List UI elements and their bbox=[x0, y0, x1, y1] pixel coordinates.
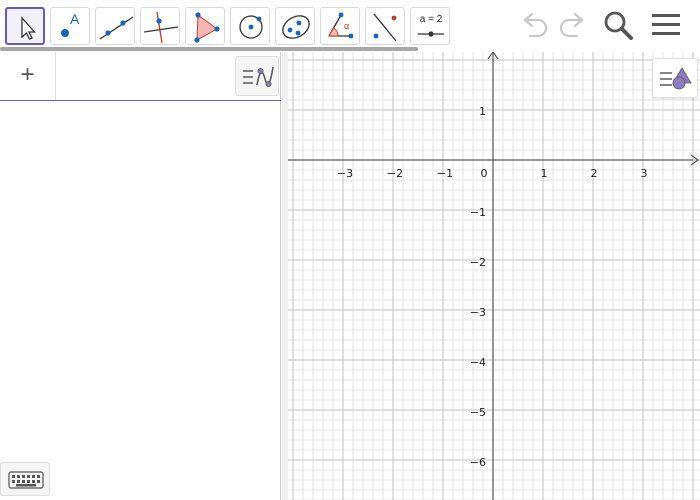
cursor-arrow-icon bbox=[21, 16, 36, 40]
redo-icon[interactable] bbox=[555, 8, 589, 42]
keyboard-icon bbox=[8, 471, 44, 489]
minor-grid bbox=[288, 52, 700, 500]
major-grid bbox=[288, 52, 700, 500]
toolbar: A α a = 2 bbox=[0, 0, 700, 51]
geogebra-app: A α a = 2 + −3 −2 −1 0 1 2 3 1 −1 −2 −3 … bbox=[0, 0, 700, 500]
graphics-view[interactable]: −3 −2 −1 0 1 2 3 1 −1 −2 −3 −4 −5 −6 bbox=[288, 52, 700, 500]
y-tick-label: −5 bbox=[470, 406, 486, 419]
keyboard-button[interactable] bbox=[0, 462, 50, 496]
algebra-view: + bbox=[0, 52, 281, 500]
x-tick-label: 3 bbox=[641, 167, 648, 180]
angle-label: α bbox=[344, 21, 350, 31]
algebra-menu-button[interactable] bbox=[235, 56, 279, 96]
algebra-view-menu-icon bbox=[243, 66, 274, 87]
y-tick-label: −4 bbox=[470, 356, 486, 369]
polygon-icon bbox=[194, 12, 220, 43]
line-icon bbox=[99, 16, 134, 40]
conic-tool-button[interactable] bbox=[275, 7, 315, 45]
y-tick-label: −2 bbox=[470, 256, 486, 269]
move-tool-button[interactable] bbox=[5, 7, 45, 45]
perpendicular-line-icon bbox=[143, 11, 179, 44]
circle-tool-button[interactable] bbox=[230, 7, 270, 45]
undo-icon[interactable] bbox=[518, 8, 552, 42]
slider-tool-button[interactable]: a = 2 bbox=[410, 7, 450, 45]
y-tick-label: −3 bbox=[470, 306, 486, 319]
y-tick-label: −1 bbox=[470, 206, 486, 219]
circle-center-point-icon bbox=[239, 15, 263, 39]
point-tool-button[interactable]: A bbox=[50, 7, 90, 45]
toolbar-scrollbar[interactable] bbox=[0, 47, 418, 51]
line-tool-button[interactable] bbox=[95, 7, 135, 45]
reflect-tool-button[interactable] bbox=[365, 7, 405, 45]
algebra-input[interactable] bbox=[60, 62, 230, 90]
slider-icon bbox=[418, 31, 444, 37]
polygon-tool-button[interactable] bbox=[185, 7, 225, 45]
x-tick-label: −2 bbox=[387, 167, 403, 180]
algebra-input-row: + bbox=[0, 52, 281, 101]
ellipse-icon bbox=[282, 15, 310, 39]
graphics-style-icon bbox=[660, 67, 692, 90]
y-tick-label: 1 bbox=[479, 105, 486, 118]
perpendicular-line-tool-button[interactable] bbox=[140, 7, 180, 45]
origin-label: 0 bbox=[481, 167, 488, 180]
angle-icon bbox=[328, 12, 354, 39]
angle-tool-button[interactable]: α bbox=[320, 7, 360, 45]
y-tick-label: −6 bbox=[470, 456, 486, 469]
add-item-button[interactable]: + bbox=[0, 52, 56, 100]
point-tool-label: A bbox=[70, 11, 80, 27]
menu-icon[interactable] bbox=[649, 8, 683, 42]
x-tick-label: 2 bbox=[591, 167, 598, 180]
x-tick-label: 1 bbox=[541, 167, 548, 180]
reflect-line-icon bbox=[373, 13, 397, 42]
x-tick-label: −3 bbox=[337, 167, 353, 180]
graphics-style-bar-button[interactable] bbox=[652, 58, 698, 98]
coordinate-grid[interactable]: −3 −2 −1 0 1 2 3 1 −1 −2 −3 −4 −5 −6 bbox=[288, 52, 700, 500]
search-icon[interactable] bbox=[601, 8, 635, 42]
x-tick-label: −1 bbox=[437, 167, 453, 180]
